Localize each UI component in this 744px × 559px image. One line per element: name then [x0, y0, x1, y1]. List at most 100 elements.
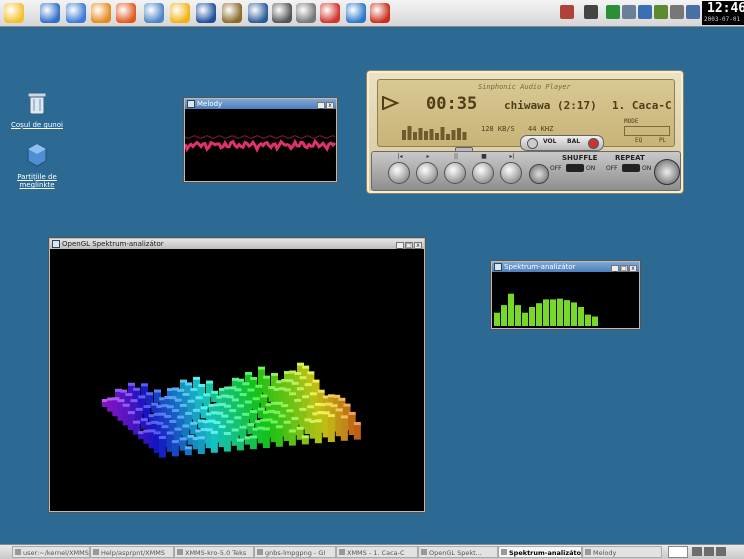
cube-icon[interactable]	[196, 3, 216, 23]
clock[interactable]: 12:46 2003-07-01	[702, 1, 744, 25]
vol-label: VOL	[543, 138, 557, 145]
calendar-icon[interactable]	[320, 3, 340, 23]
spectrum-3d-bar-cap	[166, 431, 174, 435]
star-icon[interactable]	[370, 3, 390, 23]
printer-icon[interactable]	[686, 5, 700, 19]
spectrum-3d-bar-cap	[340, 415, 348, 419]
books-icon[interactable]	[560, 5, 574, 19]
spectrum-bar	[592, 316, 598, 326]
keyboard-icon[interactable]	[670, 5, 684, 19]
spectrum-bar	[536, 303, 542, 326]
taskbar-task[interactable]: XMMS - 1. Caca-C	[336, 546, 418, 558]
spectrum-window[interactable]: Spektrum-analizátor _ □ x	[491, 261, 640, 329]
minimize-button[interactable]: _	[396, 242, 404, 249]
window-menu-icon[interactable]	[52, 240, 60, 248]
window-menu-icon[interactable]	[494, 263, 502, 271]
spectrum-3d-bar-body	[288, 431, 296, 446]
taskbar-task[interactable]: Melody	[582, 546, 662, 558]
melody-titlebar[interactable]: Melody _ x	[185, 99, 336, 109]
spectrum-3d-bar-cap	[138, 395, 146, 399]
flag-icon[interactable]	[606, 5, 620, 19]
taskbar-task[interactable]: user:~/kernel/XMMS-fc.pl	[12, 546, 90, 558]
minimize-button[interactable]: _	[317, 102, 325, 109]
mozilla-icon[interactable]	[116, 3, 136, 23]
xmms-mode-box[interactable]	[624, 126, 670, 136]
eq-label[interactable]: EQ	[635, 137, 642, 144]
spectrum-3d-bar-cap	[271, 372, 278, 376]
people-icon[interactable]	[144, 3, 164, 23]
vol-bal-knob[interactable]: VOL BAL	[520, 135, 604, 151]
spectrum-3d-bar-cap	[234, 388, 242, 392]
gnome-foot-icon[interactable]	[4, 3, 24, 23]
chat-icon[interactable]	[170, 3, 190, 23]
spectrum-3d-bar-body	[197, 438, 205, 454]
workspace-grid[interactable]	[692, 547, 740, 557]
repeat-toggle[interactable]	[622, 164, 640, 172]
spectrum-3d-bar-cap	[250, 410, 258, 414]
spectrum-3d-bar-cap	[294, 398, 302, 402]
spectrum-3d-bar-cap	[171, 440, 179, 444]
film-icon[interactable]	[272, 3, 292, 23]
maximize-button[interactable]: □	[405, 242, 413, 249]
spectrum-3d-bar-cap	[140, 418, 148, 422]
calculator-icon[interactable]	[584, 5, 598, 19]
xmms-menu-button[interactable]	[654, 159, 680, 185]
browser-icon[interactable]	[40, 3, 60, 23]
maximize-button[interactable]: □	[620, 265, 628, 272]
spectrum-titlebar[interactable]: Spektrum-analizátor _ □ x	[492, 262, 639, 272]
spectrum-3d-bar-cap	[330, 404, 338, 408]
opengl-window[interactable]: OpenGL Spektrum-analizátor _ □ x	[49, 238, 425, 512]
desktop-icon-trash[interactable]: Coșul de gunoi	[7, 90, 67, 129]
desktop-icon-label: Coșul de gunoi	[11, 121, 63, 129]
spectrum-3d-bar-cap	[216, 411, 224, 415]
eject-button[interactable]	[529, 164, 549, 184]
gimp-icon[interactable]	[222, 3, 242, 23]
window-menu-icon[interactable]	[187, 100, 195, 108]
spectrum-3d-bar-cap	[174, 427, 182, 431]
taskbar-task[interactable]: gnbs-lmpgpng - GI	[254, 546, 336, 558]
play-button[interactable]: ▸	[416, 153, 438, 184]
workspace-1[interactable]	[692, 547, 702, 556]
spectrum-3d-bar-cap	[156, 421, 164, 425]
pause-button[interactable]: ||	[444, 153, 466, 184]
spectrum-3d-bar-body	[184, 448, 192, 456]
terminal-icon[interactable]	[66, 3, 86, 23]
xmms-track-right: 1. Caca-C	[612, 99, 672, 112]
task-label: Melody	[593, 549, 617, 557]
xmms-player[interactable]: Sinphonic Audio Player 00:35 chiwawa (2:…	[366, 70, 684, 194]
minimize-button[interactable]: _	[611, 265, 619, 272]
close-button[interactable]: x	[414, 242, 422, 249]
monitor-icon[interactable]	[622, 5, 636, 19]
volume-knob-icon[interactable]	[527, 138, 538, 149]
speaker-icon[interactable]	[638, 5, 652, 19]
close-button[interactable]: x	[629, 265, 637, 272]
power-icon[interactable]	[588, 138, 599, 149]
close-button[interactable]: x	[326, 102, 334, 109]
spectrum-bar	[585, 314, 591, 326]
next-button[interactable]: ▸|	[500, 153, 522, 184]
spectrum-3d-bar-cap	[273, 410, 281, 414]
network-icon[interactable]	[654, 5, 668, 19]
desktop-icon-partitions[interactable]: Partițiile de meglinkte	[7, 142, 67, 189]
taskbar-task[interactable]: OpenGL Spekt...	[418, 546, 498, 558]
spectrum-3d-bar-cap	[192, 408, 200, 412]
opengl-titlebar[interactable]: OpenGL Spektrum-analizátor _ □ x	[50, 239, 424, 249]
spectrum-3d-bar-cap	[245, 371, 252, 375]
camera-icon[interactable]	[296, 3, 316, 23]
pl-label[interactable]: PL	[659, 137, 666, 144]
prev-button[interactable]: |◂	[388, 153, 410, 184]
workspace-switcher[interactable]	[668, 546, 688, 558]
taskbar-task[interactable]: Help/asprpnt/XMMS	[90, 546, 174, 558]
taskbar-task[interactable]: Spektrum-analizátor	[498, 546, 582, 558]
spectrum-3d-bar	[301, 435, 309, 445]
shuffle-toggle[interactable]	[566, 164, 584, 172]
office-icon[interactable]	[91, 3, 111, 23]
spectrum-3d-bar-cap	[179, 437, 187, 441]
book-icon[interactable]	[248, 3, 268, 23]
workspace-2[interactable]	[704, 547, 714, 556]
melody-window[interactable]: Melody _ x	[184, 98, 337, 182]
stop-button[interactable]: ■	[472, 153, 494, 184]
globe-icon[interactable]	[346, 3, 366, 23]
workspace-3[interactable]	[716, 547, 726, 556]
taskbar-task[interactable]: XMMS-kro-5.0 Teks	[174, 546, 254, 558]
